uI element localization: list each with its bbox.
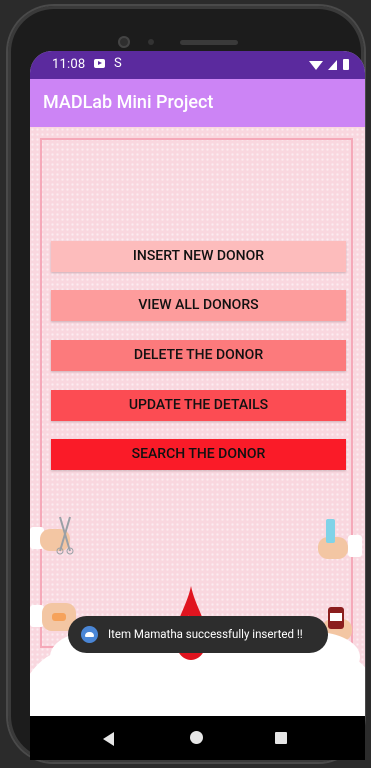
insert-donor-button[interactable]: INSERT NEW DONOR <box>51 241 346 272</box>
status-time: 11:08 <box>52 57 86 72</box>
status-bar: 11:08 S <box>30 51 365 79</box>
phone-screen: 11:08 S MADLab Mini Project INSERT NEW D… <box>30 51 365 716</box>
wifi-icon <box>309 61 323 70</box>
navigation-bar <box>30 716 365 760</box>
hand-syringe-illustration <box>318 519 365 567</box>
search-donor-button[interactable]: SEARCH THE DONOR <box>51 439 346 470</box>
toast-notification: Item Mamatha successfully inserted !! <box>68 616 328 653</box>
front-camera <box>118 36 130 48</box>
signal-icon <box>328 60 337 70</box>
hand-scissors-illustration <box>30 515 76 565</box>
update-details-button[interactable]: UPDATE THE DETAILS <box>51 390 346 421</box>
earpiece-speaker <box>180 40 238 45</box>
home-icon[interactable] <box>190 731 203 744</box>
android-icon <box>81 626 98 643</box>
proximity-sensor <box>148 39 154 45</box>
media-icon <box>94 59 105 68</box>
sim-s-icon: S <box>114 56 122 71</box>
app-bar: MADLab Mini Project <box>30 79 365 127</box>
view-donors-button[interactable]: VIEW ALL DONORS <box>51 290 346 321</box>
back-icon[interactable] <box>103 732 114 746</box>
delete-donor-button[interactable]: DELETE THE DONOR <box>51 340 346 371</box>
battery-icon <box>343 59 349 70</box>
app-title: MADLab Mini Project <box>43 92 214 113</box>
toast-message: Item Mamatha successfully inserted !! <box>108 627 303 641</box>
recents-icon[interactable] <box>275 732 287 744</box>
